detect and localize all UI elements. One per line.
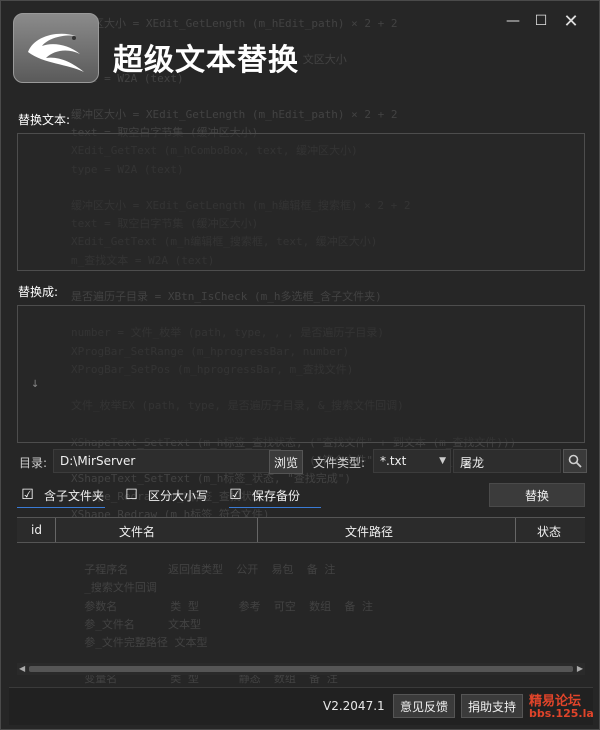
search-button[interactable] xyxy=(563,449,587,473)
checkbox-checked-icon: ☑ xyxy=(229,487,242,503)
minimize-button[interactable]: — xyxy=(499,9,527,33)
version-label: V2.2047.1 xyxy=(323,699,385,713)
scroll-down-icon: ↓ xyxy=(31,379,40,390)
background-code-line: 缓冲区大小 = XEdit_GetLength (m_hEdit_path) ×… xyxy=(71,108,398,122)
browse-button[interactable]: 浏览 xyxy=(269,450,303,474)
scrollbar-thumb[interactable] xyxy=(29,666,573,672)
app-title: 超级文本替换 xyxy=(113,43,299,78)
file-type-value: *.txt xyxy=(380,454,407,468)
case-sensitive-checkbox[interactable]: ☐ 区分大小写 xyxy=(125,487,208,504)
search-input[interactable]: 屠龙 xyxy=(453,449,561,473)
background-code-line xyxy=(71,270,591,288)
replace-text-input[interactable] xyxy=(17,133,585,271)
directory-input[interactable]: D:\MirServer xyxy=(53,449,281,473)
scroll-left-icon[interactable]: ◀ xyxy=(19,664,25,673)
checkbox-unchecked-icon: ☐ xyxy=(125,487,138,503)
status-bar: V2.2047.1 意见反馈 捐助支持 精易论坛 bbs.125.la xyxy=(9,687,594,725)
app-logo xyxy=(13,13,99,83)
checkbox-checked-icon: ☑ xyxy=(21,487,34,503)
column-divider xyxy=(515,518,516,542)
donate-button[interactable]: 捐助支持 xyxy=(461,694,523,718)
column-header-id[interactable]: id xyxy=(31,523,42,537)
column-divider xyxy=(257,518,258,542)
file-type-label: 文件类型: xyxy=(313,456,366,470)
maximize-button[interactable]: ☐ xyxy=(527,9,555,33)
file-type-select[interactable]: *.txt ▼ xyxy=(373,449,451,473)
save-backup-checkbox[interactable]: ☑ 保存备份 xyxy=(229,487,300,504)
watermark-url: bbs.125.la xyxy=(529,707,594,720)
close-button[interactable]: ✕ xyxy=(557,9,585,33)
replace-text-label: 替换文本: xyxy=(18,113,71,127)
background-code-line: 是否遍历子目录 = XBtn_IsCheck (m_h多选框_含子文件夹) xyxy=(71,290,382,304)
directory-row: 目录: D:\MirServer 浏览 文件类型: *.txt ▼ 屠龙 xyxy=(17,449,587,475)
results-table: id 文件名 文件路径 状态 ◀ ▶ xyxy=(17,517,585,677)
directory-label: 目录: xyxy=(19,456,48,470)
case-sensitive-label: 区分大小写 xyxy=(148,489,209,503)
save-backup-label: 保存备份 xyxy=(252,489,301,503)
options-row: ☑ 含子文件夹 ☐ 区分大小写 ☑ 保存备份 替换 xyxy=(17,483,585,509)
column-header-status[interactable]: 状态 xyxy=(537,523,561,540)
scroll-right-icon[interactable]: ▶ xyxy=(577,664,583,673)
horizontal-scrollbar[interactable]: ◀ ▶ xyxy=(17,663,585,675)
title-bar: 超级文本替换 — ☐ ✕ xyxy=(1,1,599,97)
include-subfolders-checkbox[interactable]: ☑ 含子文件夹 xyxy=(21,487,104,504)
app-window: 缓冲区大小 = XEdit_GetLength (m_hEdit_path) ×… xyxy=(0,0,600,730)
replace-with-input[interactable] xyxy=(17,305,585,443)
save-backup-underline xyxy=(229,507,321,508)
include-subfolders-label: 含子文件夹 xyxy=(44,489,105,503)
column-divider xyxy=(55,518,56,542)
replace-with-label: 替换成: xyxy=(18,285,59,299)
watermark: 精易论坛 bbs.125.la xyxy=(529,690,594,724)
feedback-button[interactable]: 意见反馈 xyxy=(393,694,455,718)
column-header-filename[interactable]: 文件名 xyxy=(119,523,155,540)
chevron-down-icon: ▼ xyxy=(439,456,446,466)
include-subfolders-underline xyxy=(17,507,105,508)
column-header-filepath[interactable]: 文件路径 xyxy=(345,523,393,540)
search-icon xyxy=(568,454,582,468)
replace-button[interactable]: 替换 xyxy=(489,483,585,507)
table-header: id 文件名 文件路径 状态 xyxy=(17,517,585,543)
